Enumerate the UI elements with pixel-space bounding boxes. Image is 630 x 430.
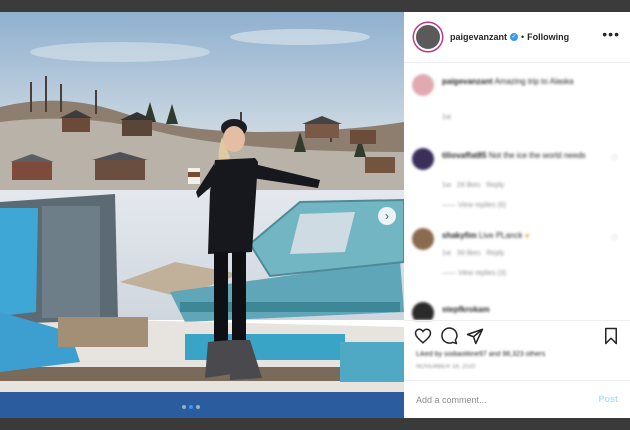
- comment-body: Not the ice the world needs: [488, 151, 586, 160]
- comment-avatar[interactable]: [412, 228, 434, 250]
- comment-input[interactable]: [414, 391, 588, 409]
- comments-list[interactable]: paigevanzant Amazing trip to Alaska 1w t…: [404, 62, 630, 320]
- caption-username[interactable]: paigevanzant: [442, 77, 493, 86]
- reply-button[interactable]: Reply: [486, 250, 504, 257]
- post-sidebar: paigevanzant ✓ • Following ••• paigevanz…: [404, 12, 630, 418]
- post-comment-button[interactable]: Post: [598, 394, 618, 404]
- carousel-dot: [182, 405, 186, 409]
- view-replies-label: View replies (3): [457, 270, 507, 277]
- post-date: NOVEMBER 18, 2020: [416, 364, 476, 370]
- comment-username[interactable]: shakyfim: [442, 231, 477, 240]
- comment-icon[interactable]: [440, 327, 458, 345]
- comment-body: Live PLanck: [478, 231, 523, 240]
- comment-likes[interactable]: 28 likes: [457, 182, 481, 189]
- following-button[interactable]: Following: [527, 32, 569, 42]
- caption-avatar[interactable]: [412, 74, 434, 96]
- reply-button[interactable]: Reply: [486, 182, 504, 189]
- author-avatar[interactable]: [414, 23, 442, 51]
- ellipsis-icon[interactable]: •••: [602, 26, 620, 42]
- comment-time: 1w: [442, 250, 451, 257]
- comment-avatar[interactable]: [412, 302, 434, 320]
- heart-icon[interactable]: [414, 327, 432, 345]
- view-replies-label: View replies (6): [457, 202, 507, 209]
- comment-text: stepfkrokam: [442, 304, 602, 315]
- heart-icon[interactable]: ♡: [611, 234, 618, 243]
- post-photo[interactable]: ›: [0, 12, 404, 418]
- caption-time: 1w: [442, 114, 451, 121]
- emoji-icon: ●: [524, 231, 530, 240]
- post-header: paigevanzant ✓ • Following •••: [404, 12, 630, 63]
- carousel-dot: [196, 405, 200, 409]
- action-bar: Liked by sodiaolitine97 and 98,323 other…: [404, 320, 630, 373]
- heart-icon[interactable]: ♡: [611, 154, 618, 163]
- carousel-dot-active: [189, 405, 193, 409]
- author-username[interactable]: paigevanzant: [450, 32, 507, 42]
- browser-bottom-bar: [0, 418, 630, 430]
- comment-time: 1w: [442, 182, 451, 189]
- caption-body: Amazing trip to Alaska: [494, 77, 574, 86]
- photo-scene: [0, 12, 404, 418]
- post-modal: › paigevanzant ✓ • Following ••• paigeva…: [0, 12, 630, 418]
- comment-avatar[interactable]: [412, 148, 434, 170]
- comment-username[interactable]: tiliovaffat85: [442, 151, 486, 160]
- browser-top-bar: [0, 0, 630, 12]
- share-icon[interactable]: [466, 327, 484, 345]
- comment-text: shakyfim Live PLanck ●: [442, 230, 602, 241]
- caption-text: paigevanzant Amazing trip to Alaska: [442, 76, 602, 87]
- verified-badge-icon: ✓: [510, 33, 519, 41]
- carousel-dots: [182, 405, 200, 409]
- comment-meta: 1w 28 likes Reply: [442, 182, 504, 189]
- add-comment-bar: Post: [404, 380, 630, 418]
- header-separator: •: [521, 32, 525, 42]
- comment-likes[interactable]: 39 likes: [457, 250, 481, 257]
- carousel-next-button[interactable]: ›: [378, 207, 396, 225]
- view-replies-button[interactable]: —— View replies (3): [442, 270, 506, 277]
- comment-meta: 1w 39 likes Reply: [442, 250, 504, 257]
- liked-by-text[interactable]: Liked by sodiaolitine97 and 98,323 other…: [416, 351, 545, 358]
- view-replies-button[interactable]: —— View replies (6): [442, 202, 506, 209]
- comment-text: tiliovaffat85 Not the ice the world need…: [442, 150, 602, 161]
- comment-username[interactable]: stepfkrokam: [442, 305, 490, 314]
- bookmark-icon[interactable]: [602, 327, 620, 345]
